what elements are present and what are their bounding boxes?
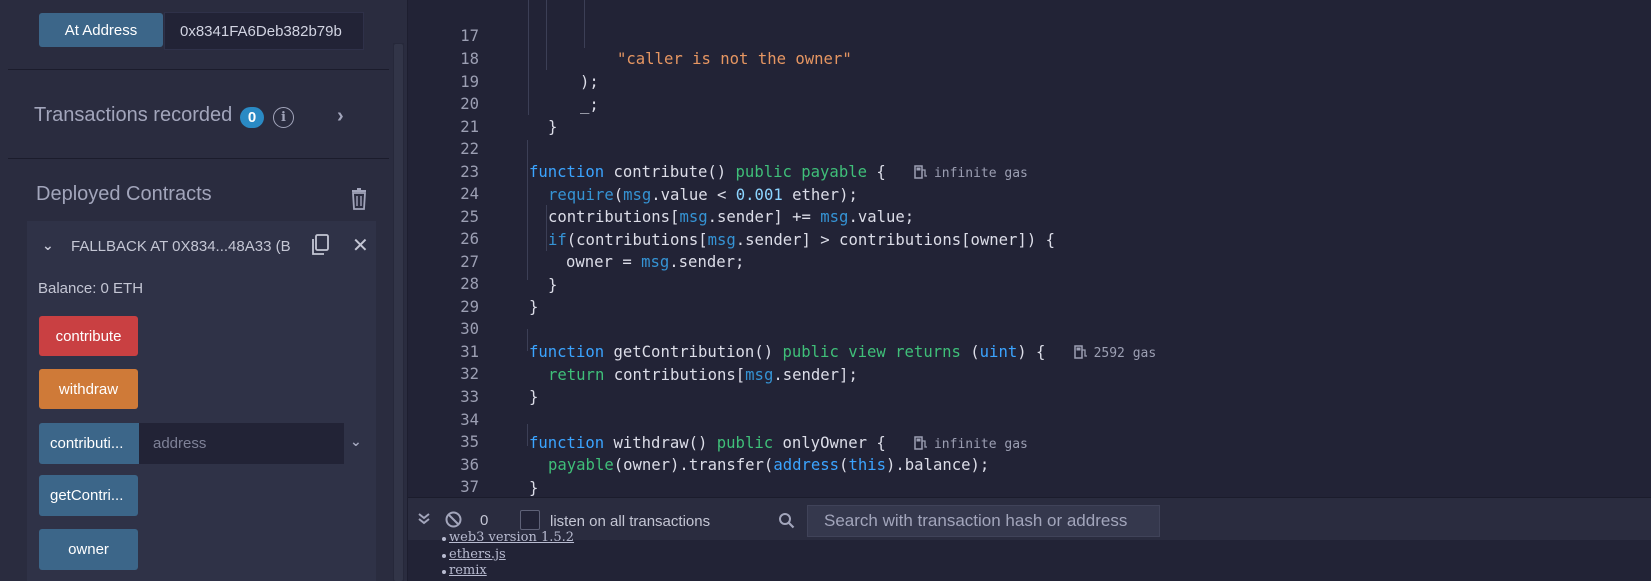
- divider: [8, 69, 389, 70]
- contributions-button[interactable]: contributi...: [39, 423, 139, 464]
- code-line: 21: [408, 93, 1651, 136]
- close-icon[interactable]: ✕: [352, 233, 369, 258]
- line-number: 37: [460, 478, 479, 496]
- code-line: 25 if(contributions[msg.sender] > contri…: [408, 183, 1651, 249]
- code-line: 20 }: [408, 70, 1651, 136]
- ban-icon[interactable]: [445, 511, 462, 528]
- list-bullet: [442, 570, 446, 574]
- transactions-recorded-label[interactable]: Transactions recorded: [34, 104, 232, 127]
- at-address-button[interactable]: At Address: [39, 13, 163, 47]
- get-contribution-button[interactable]: getContri...: [39, 475, 138, 516]
- search-icon: [779, 513, 795, 529]
- chevron-right-icon[interactable]: ›: [337, 105, 344, 128]
- panel-scrollbar-thumb[interactable]: [394, 44, 403, 581]
- at-address-input[interactable]: 0x8341FA6Deb382b79b: [164, 12, 364, 50]
- listen-all-label[interactable]: listen on all transactions: [550, 513, 710, 530]
- transaction-search-input[interactable]: Search with transaction hash or address: [807, 505, 1160, 537]
- code-line: 35 payable(owner).transfer(address(this)…: [408, 408, 1651, 474]
- code-line: 18 );: [408, 25, 1651, 91]
- divider: [8, 158, 389, 159]
- withdraw-button[interactable]: withdraw: [39, 369, 138, 409]
- list-bullet: [442, 537, 446, 541]
- code-line: 24 contributions[msg.sender] += msg.valu…: [408, 160, 1651, 226]
- transactions-count-badge: 0: [240, 107, 264, 128]
- contract-balance: Balance: 0 ETH: [38, 280, 144, 297]
- terminal-link[interactable]: ethers.js: [449, 547, 506, 562]
- code-line: 36 }: [408, 431, 1651, 497]
- trash-icon[interactable]: [349, 188, 369, 210]
- code-line: 22 function contribute() public payable …: [408, 115, 1651, 181]
- list-bullet: [442, 554, 446, 558]
- code-line: 34 function withdraw() public onlyOwner …: [408, 386, 1651, 452]
- contribute-button[interactable]: contribute: [39, 316, 138, 356]
- code-line: 33: [408, 363, 1651, 406]
- code-line: 23 require(msg.value < 0.001 ether);: [408, 138, 1651, 204]
- code-line: 30 function getContribution() public vie…: [408, 295, 1651, 361]
- terminal-link[interactable]: web3 version 1.5.2: [449, 530, 574, 545]
- code-line: 32 }: [408, 340, 1651, 406]
- listen-all-checkbox[interactable]: [520, 510, 540, 530]
- code-line: 19 _;: [408, 48, 1651, 114]
- code-line: 27 }: [408, 228, 1651, 294]
- code-line: 37: [408, 453, 1651, 496]
- deployed-contracts-label: Deployed Contracts: [36, 183, 212, 205]
- contract-instance-name[interactable]: FALLBACK AT 0X834...48A33 (B: [71, 238, 291, 255]
- owner-button[interactable]: owner: [39, 529, 138, 570]
- code-line: 17 "caller is not the owner": [408, 2, 1651, 68]
- code-line: 26 owner = msg.sender;: [408, 205, 1651, 271]
- pending-transactions-count: 0: [480, 512, 489, 529]
- code-editor[interactable]: 17 "caller is not the owner" 18 ); 19 _;…: [408, 0, 1651, 497]
- info-icon[interactable]: i: [273, 107, 294, 128]
- copy-icon[interactable]: [310, 234, 330, 256]
- chevron-down-icon[interactable]: ⌄: [350, 433, 362, 450]
- terminal-link[interactable]: remix: [449, 563, 487, 578]
- terminal-output: [408, 540, 1651, 581]
- chevron-down-icon[interactable]: ⌄: [42, 237, 54, 254]
- code-line: 29: [408, 273, 1651, 316]
- double-chevron-down-icon[interactable]: [417, 512, 431, 526]
- contributions-address-input[interactable]: address: [139, 423, 344, 464]
- code-text: }: [529, 479, 539, 497]
- code-line: 28 }: [408, 250, 1651, 316]
- code-line: 31 return contributions[msg.sender];: [408, 318, 1651, 384]
